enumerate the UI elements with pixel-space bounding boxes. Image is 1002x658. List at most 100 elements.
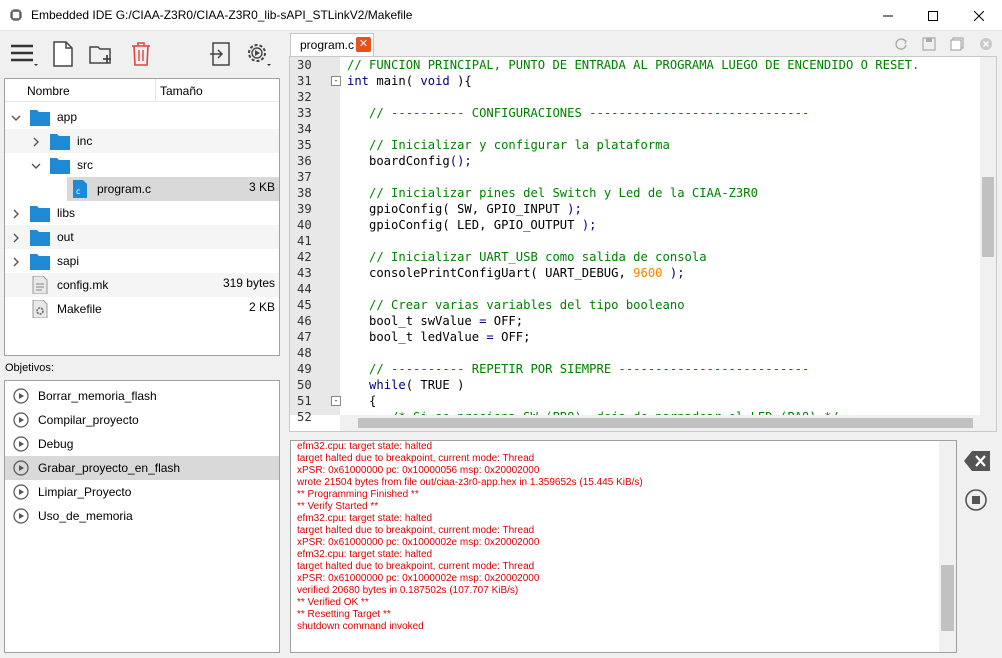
code-line[interactable]: 36 boardConfig(); <box>290 153 996 169</box>
chevron-down-icon[interactable] <box>11 112 21 122</box>
play-circle-icon <box>13 460 29 476</box>
code-line[interactable]: 39 gpioConfig( SW, GPIO_INPUT ); <box>290 201 996 217</box>
line-number: 35 <box>297 138 312 152</box>
close-window-button[interactable] <box>956 0 1002 31</box>
new-folder-button[interactable] <box>84 39 118 71</box>
fold-toggle-icon[interactable]: - <box>331 396 341 406</box>
scrollbar-thumb[interactable] <box>941 565 954 631</box>
column-name-header[interactable]: Nombre <box>27 84 70 98</box>
chevron-right-icon[interactable] <box>11 208 21 219</box>
chevron-right-icon[interactable] <box>11 256 21 267</box>
line-number: 51 <box>297 394 312 408</box>
console-scrollbar[interactable] <box>939 441 956 652</box>
editor-vertical-scrollbar[interactable] <box>980 57 996 415</box>
scrollbar-thumb[interactable] <box>358 418 973 428</box>
column-separator <box>155 79 156 101</box>
tree-item-makefile[interactable]: Makefile 2 KB <box>5 297 279 321</box>
code-line[interactable]: 34 <box>290 121 996 137</box>
code-line[interactable]: 37 <box>290 169 996 185</box>
objective-item[interactable]: Limpiar_Proyecto <box>5 480 279 504</box>
code-line[interactable]: 48 <box>290 345 996 361</box>
code-text: boardConfig(); <box>347 154 472 168</box>
code-line[interactable]: 46 bool_t swValue = OFF; <box>290 313 996 329</box>
delete-button[interactable] <box>124 39 158 71</box>
play-circle-icon <box>13 412 29 428</box>
line-number: 32 <box>297 90 312 104</box>
tree-item-sapi[interactable]: sapi <box>5 249 279 273</box>
open-external-button[interactable] <box>204 39 238 71</box>
tree-item-app[interactable]: app <box>5 105 279 129</box>
code-line[interactable]: 51 - { <box>290 393 996 409</box>
code-editor[interactable]: 30 // FUNCION PRINCIPAL, PUNTO DE ENTRADA… <box>289 56 997 432</box>
close-tab-icon[interactable]: ✕ <box>356 37 371 52</box>
code-line[interactable]: 38 // Inicializar pines del Switch y Led… <box>290 185 996 201</box>
chevron-down-icon[interactable] <box>31 160 41 170</box>
code-line[interactable]: 47 bool_t ledValue = OFF; <box>290 329 996 345</box>
editor-horizontal-scrollbar[interactable] <box>340 415 996 431</box>
clear-console-button[interactable] <box>963 449 991 475</box>
save-all-icon[interactable] <box>949 36 965 52</box>
console-line: efm32.cpu: target state: halted <box>297 441 433 452</box>
stop-button[interactable] <box>962 488 990 514</box>
objective-item[interactable]: Uso_de_memoria <box>5 504 279 528</box>
code-line[interactable]: 35 // Inicializar y configurar la plataf… <box>290 137 996 153</box>
tree-item-config-mk[interactable]: config.mk 319 bytes <box>5 273 279 297</box>
tree-item-src[interactable]: src <box>5 153 279 177</box>
reload-icon[interactable] <box>893 36 909 52</box>
code-line[interactable]: 41 <box>290 233 996 249</box>
code-line[interactable]: 45 // Crear varias variables del tipo bo… <box>290 297 996 313</box>
objective-item[interactable]: Grabar_proyecto_en_flash <box>5 456 279 480</box>
objective-item[interactable]: Borrar_memoria_flash <box>5 384 279 408</box>
code-line[interactable]: 49 // ---------- REPETIR POR SIEMPRE ---… <box>290 361 996 377</box>
tree-item-out[interactable]: out <box>5 225 279 249</box>
text-file-icon <box>32 275 52 295</box>
close-editor-icon[interactable] <box>978 36 994 52</box>
code-line[interactable]: 40 gpioConfig( LED, GPIO_OUTPUT ); <box>290 217 996 233</box>
code-line[interactable]: 31 - int main( void ){ <box>290 73 996 89</box>
tree-item-program-c[interactable]: c program.c 3 KB <box>67 177 279 201</box>
build-console[interactable]: efm32.cpu: target state: halted target ha… <box>290 440 957 653</box>
line-number: 31 <box>297 74 312 88</box>
code-line[interactable]: 33 // ---------- CONFIGURACIONES -------… <box>290 105 996 121</box>
hamburger-icon <box>8 40 38 71</box>
objective-item[interactable]: Compilar_proyecto <box>5 408 279 432</box>
stop-icon <box>964 488 988 515</box>
line-number: 42 <box>297 250 312 264</box>
code-line[interactable]: 30 // FUNCION PRINCIPAL, PUNTO DE ENTRADA… <box>290 57 996 73</box>
chevron-right-icon[interactable] <box>11 232 21 243</box>
console-line: efm32.cpu: target state: halted <box>297 513 433 524</box>
code-line[interactable]: 44 <box>290 281 996 297</box>
new-file-button[interactable] <box>46 39 80 71</box>
console-line: ** Resetting Target ** <box>297 609 391 620</box>
menu-button[interactable] <box>6 39 40 71</box>
line-number: 52 <box>297 410 312 424</box>
save-icon[interactable] <box>921 36 937 52</box>
code-line[interactable]: 43 consolePrintConfigUart( UART_DEBUG, 9… <box>290 265 996 281</box>
new-file-icon <box>52 40 74 70</box>
title-bar: Embedded IDE G:/CIAA-Z3R0/CIAA-Z3R0_lib-… <box>0 0 1002 31</box>
code-text: consolePrintConfigUart( UART_DEBUG, 9600… <box>347 266 685 280</box>
console-line: target halted due to breakpoint, current… <box>297 561 535 572</box>
code-text: int main( void ){ <box>347 74 472 88</box>
fold-toggle-icon[interactable]: - <box>331 76 341 86</box>
objective-item[interactable]: Debug <box>5 432 279 456</box>
column-size-header[interactable]: Tamaño <box>160 84 203 98</box>
console-line: ** Verified OK ** <box>297 597 369 608</box>
trash-icon <box>130 41 152 70</box>
minimize-button[interactable] <box>865 0 911 31</box>
scrollbar-thumb[interactable] <box>982 177 994 257</box>
chevron-right-icon[interactable] <box>31 136 41 147</box>
tree-item-inc[interactable]: inc <box>5 129 279 153</box>
maximize-button[interactable] <box>910 0 956 31</box>
code-line[interactable]: 42 // Inicializar UART_USB como salida d… <box>290 249 996 265</box>
console-line: verified 20680 bytes in 0.187502s (107.7… <box>297 585 519 596</box>
build-settings-button[interactable] <box>242 39 276 71</box>
objective-label: Compilar_proyecto <box>38 413 139 427</box>
tree-item-label: app <box>57 110 78 124</box>
code-line[interactable]: 32 <box>290 89 996 105</box>
tab-program-c[interactable]: program.c ✕ <box>290 33 374 56</box>
code-text: while( TRUE ) <box>369 378 465 392</box>
folder-icon <box>30 252 50 270</box>
tree-item-libs[interactable]: libs <box>5 201 279 225</box>
code-line[interactable]: 50 while( TRUE ) <box>290 377 996 393</box>
